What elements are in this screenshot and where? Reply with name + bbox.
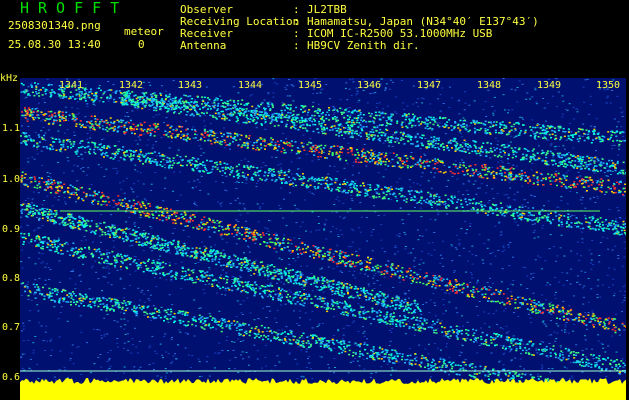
info-value-antenna: HB9CV Zenith dir. — [307, 39, 420, 52]
info-values: JL2TBB Hamamatsu, Japan (N34°40′ E137°43… — [307, 4, 539, 52]
x-tick: 1347 — [417, 80, 442, 91]
datetime-label: 25.08.30 13:40 — [8, 38, 101, 51]
info-colons: : : : : — [293, 4, 300, 52]
x-tick: 1341 — [59, 80, 84, 91]
info-label-antenna: Antenna — [180, 39, 227, 52]
x-tick: 1344 — [238, 80, 263, 91]
info-labels: Observer Receiving Location Receiver Ant… — [180, 4, 299, 52]
colon: : — [293, 39, 300, 52]
x-tick: 1348 — [477, 80, 502, 91]
y-tick: 0.6 — [2, 372, 21, 383]
header-panel: HROFFT 2508301340.png meteor 25.08.30 13… — [0, 0, 629, 78]
app-title: HROFFT — [20, 0, 129, 17]
x-tick: 1345 — [298, 80, 323, 91]
x-tick: 1346 — [357, 80, 382, 91]
spectrogram-canvas — [20, 78, 626, 400]
y-unit-label: kHz — [0, 73, 19, 84]
y-tick: 0.9 — [2, 224, 21, 235]
y-tick: 0.8 — [2, 273, 21, 284]
filename-label: 2508301340.png — [8, 19, 101, 32]
x-tick: 1349 — [537, 80, 562, 91]
spectrogram — [20, 78, 626, 400]
x-tick: 1343 — [178, 80, 203, 91]
y-tick: 1.1 — [2, 123, 21, 134]
x-tick: 1342 — [119, 80, 144, 91]
x-tick: 1350 — [596, 80, 621, 91]
y-tick: 1.0 — [2, 174, 21, 185]
y-tick: 0.7 — [2, 322, 21, 333]
meteor-count: 0 — [138, 38, 145, 51]
meteor-label: meteor — [124, 25, 164, 38]
